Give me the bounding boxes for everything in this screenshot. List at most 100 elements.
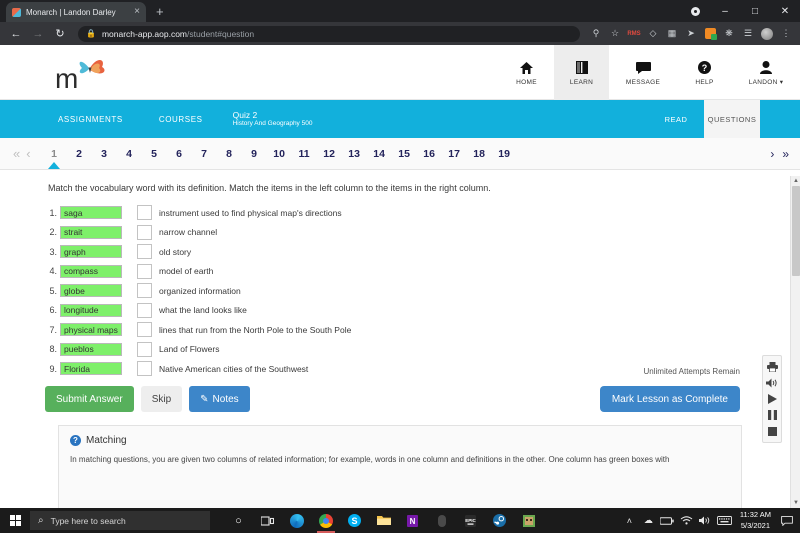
pager-page-7[interactable]: 7 xyxy=(192,148,217,160)
mouse-icon[interactable] xyxy=(427,508,456,533)
notes-button[interactable]: ✎ Notes xyxy=(189,386,250,412)
mark-lesson-complete-button[interactable]: Mark Lesson as Complete xyxy=(599,386,740,412)
readlist-icon[interactable]: ☰ xyxy=(740,26,756,42)
pager-page-11[interactable]: 11 xyxy=(292,148,317,160)
monarch-logo[interactable]: m xyxy=(55,53,115,93)
answer-input[interactable] xyxy=(137,244,152,260)
stop-icon[interactable] xyxy=(762,423,782,439)
answer-input[interactable] xyxy=(137,224,152,240)
pager-page-8[interactable]: 8 xyxy=(217,148,242,160)
pager-page-4[interactable]: 4 xyxy=(117,148,142,160)
pen-extension-icon[interactable]: ◇ xyxy=(645,26,661,42)
volume-icon[interactable] xyxy=(762,375,782,391)
onenote-icon[interactable]: N xyxy=(398,508,427,533)
scroll-up-icon[interactable]: ▲ xyxy=(791,176,800,186)
new-tab-button[interactable]: + xyxy=(156,4,164,19)
pager-page-6[interactable]: 6 xyxy=(167,148,192,160)
taskbar-clock[interactable]: 11:32 AM 5/3/2021 xyxy=(734,510,777,530)
pager-page-3[interactable]: 3 xyxy=(92,148,117,160)
battery-icon[interactable] xyxy=(658,508,677,533)
pager-page-5[interactable]: 5 xyxy=(142,148,167,160)
skype-icon[interactable]: S xyxy=(340,508,369,533)
maximize-button[interactable]: □ xyxy=(740,0,770,22)
pager-page-17[interactable]: 17 xyxy=(442,148,467,160)
pager-page-15[interactable]: 15 xyxy=(392,148,417,160)
edge-icon[interactable] xyxy=(282,508,311,533)
volume-tray-icon[interactable] xyxy=(696,508,715,533)
pager-page-14[interactable]: 14 xyxy=(367,148,392,160)
rms-extension-icon[interactable]: RMS xyxy=(626,26,642,42)
pager-page-12[interactable]: 12 xyxy=(317,148,342,160)
nav-item-learn[interactable]: LEARN xyxy=(554,45,609,100)
answer-input[interactable] xyxy=(137,205,152,221)
orange-extension-icon[interactable] xyxy=(702,26,718,42)
pager-page-19[interactable]: 19 xyxy=(492,148,517,160)
file-explorer-icon[interactable] xyxy=(369,508,398,533)
close-icon[interactable]: × xyxy=(134,7,140,17)
tray-expand-icon[interactable]: ˄ xyxy=(620,508,639,533)
answer-input[interactable] xyxy=(137,322,152,338)
pager-first-icon[interactable]: « xyxy=(10,146,23,161)
tab-questions[interactable]: QUESTIONS xyxy=(704,100,760,138)
scroll-down-icon[interactable]: ▼ xyxy=(791,498,800,508)
record-icon[interactable] xyxy=(680,0,710,22)
answer-input[interactable] xyxy=(137,302,152,318)
vertical-scrollbar[interactable]: ▲ ▼ xyxy=(790,176,800,508)
key-icon[interactable]: ⚲ xyxy=(588,26,604,42)
pager-page-16[interactable]: 16 xyxy=(417,148,442,160)
cursor-extension-icon[interactable]: ➤ xyxy=(683,26,699,42)
keyboard-icon[interactable] xyxy=(715,508,734,533)
forward-icon[interactable]: → xyxy=(28,24,48,44)
minimize-button[interactable]: – xyxy=(710,0,740,22)
nav-item-message[interactable]: MESSAGE xyxy=(609,45,677,100)
pager-page-10[interactable]: 10 xyxy=(267,148,292,160)
browser-tab[interactable]: Monarch | Landon Darley × xyxy=(6,2,146,22)
task-view-icon[interactable] xyxy=(253,508,282,533)
reload-icon[interactable]: ↻ xyxy=(50,24,70,44)
answer-input[interactable] xyxy=(137,341,152,357)
print-icon[interactable] xyxy=(762,359,782,375)
pager-page-2[interactable]: 2 xyxy=(67,148,92,160)
play-icon[interactable] xyxy=(762,391,782,407)
pause-icon[interactable] xyxy=(762,407,782,423)
nav-item-account[interactable]: LANDON ▾ xyxy=(732,45,800,100)
grid-extension-icon[interactable]: ▦ xyxy=(664,26,680,42)
close-window-button[interactable]: ✕ xyxy=(770,0,800,22)
tab-read[interactable]: READ xyxy=(648,100,704,138)
pager-page-9[interactable]: 9 xyxy=(242,148,267,160)
puzzle-extension-icon[interactable]: ❋ xyxy=(721,26,737,42)
start-button[interactable] xyxy=(0,508,30,533)
answer-input[interactable] xyxy=(137,263,152,279)
submit-answer-button[interactable]: Submit Answer xyxy=(45,386,134,412)
chrome-icon[interactable] xyxy=(311,508,340,533)
answer-input[interactable] xyxy=(137,361,152,377)
scrollbar-thumb[interactable] xyxy=(792,186,800,276)
wifi-icon[interactable] xyxy=(677,508,696,533)
steam-icon[interactable] xyxy=(485,508,514,533)
answer-input[interactable] xyxy=(137,283,152,299)
pager-next-icon[interactable]: › xyxy=(767,147,777,161)
assignments-link[interactable]: ASSIGNMENTS xyxy=(40,115,141,124)
nav-item-help[interactable]: ? HELP xyxy=(677,45,732,100)
search-input[interactable]: ⌕ Type here to search xyxy=(30,511,210,530)
pager-page-13[interactable]: 13 xyxy=(342,148,367,160)
nav-item-home[interactable]: HOME xyxy=(499,45,554,100)
cortana-icon[interactable]: ○ xyxy=(224,508,253,533)
onedrive-icon[interactable]: ☁ xyxy=(639,508,658,533)
notes-label: Notes xyxy=(212,393,239,405)
minecraft-icon[interactable] xyxy=(514,508,543,533)
profile-avatar[interactable] xyxy=(759,26,775,42)
action-buttons: Submit Answer Skip ✎ Notes xyxy=(45,386,250,412)
back-icon[interactable]: ← xyxy=(6,24,26,44)
pager-last-icon[interactable]: » xyxy=(779,147,792,161)
pager-prev-icon[interactable]: ‹ xyxy=(23,146,33,161)
courses-link[interactable]: COURSES xyxy=(141,115,221,124)
pager-page-1[interactable]: 1 xyxy=(42,148,67,160)
address-bar[interactable]: 🔒 monarch-app.aop.com/student#question xyxy=(78,25,580,42)
star-icon[interactable]: ☆ xyxy=(607,26,623,42)
pager-page-18[interactable]: 18 xyxy=(467,148,492,160)
notifications-icon[interactable] xyxy=(777,508,796,533)
epic-games-icon[interactable]: EPIC xyxy=(456,508,485,533)
menu-kebab-icon[interactable]: ⋮ xyxy=(778,26,794,42)
skip-button[interactable]: Skip xyxy=(140,386,183,412)
